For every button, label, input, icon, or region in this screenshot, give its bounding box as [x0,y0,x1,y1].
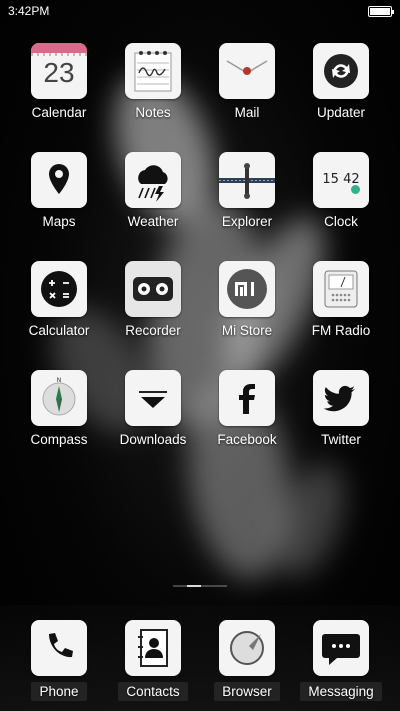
dock-phone[interactable]: Phone [12,620,106,701]
app-label: Contacts [118,682,188,701]
app-fm-radio[interactable]: FM Radio [294,261,388,338]
explorer-icon [219,152,275,208]
app-updater[interactable]: Updater [294,43,388,120]
app-label: Compass [30,432,88,447]
app-downloads[interactable]: Downloads [106,370,200,447]
app-explorer[interactable]: Explorer [200,152,294,229]
app-label: Mi Store [221,323,273,338]
app-mail[interactable]: Mail [200,43,294,120]
app-calendar[interactable]: 23 Calendar [12,43,106,120]
calendar-icon: 23 [31,43,87,99]
app-label: Clock [324,214,358,229]
status-time: 3:42PM [8,4,50,18]
app-label: Recorder [125,323,181,338]
clock-time: 15 42 [322,172,360,187]
app-label: Browser [214,682,280,701]
app-twitter[interactable]: Twitter [294,370,388,447]
facebook-icon [219,370,275,426]
app-label: Twitter [321,432,361,447]
weather-icon [125,152,181,208]
dock-messaging[interactable]: Messaging [294,620,388,701]
app-facebook[interactable]: Facebook [200,370,294,447]
svg-text:N: N [57,377,62,384]
battery-icon [368,5,394,17]
app-recorder[interactable]: Recorder [106,261,200,338]
compass-icon: N [31,370,87,426]
phone-icon [31,620,87,676]
dock-contacts[interactable]: Contacts [106,620,200,701]
app-label: Updater [316,105,366,120]
map-pin-icon [31,152,87,208]
app-calculator[interactable]: Calculator [12,261,106,338]
updater-icon [313,43,369,99]
calculator-icon [31,261,87,317]
app-label: Downloads [119,432,187,447]
battery-level [370,7,390,15]
app-label: Facebook [217,432,277,447]
app-weather[interactable]: Weather [106,152,200,229]
page-indicator [173,585,227,587]
download-icon [125,370,181,426]
messaging-icon [313,620,369,676]
app-compass[interactable]: N Compass [12,370,106,447]
app-label: Calculator [28,323,90,338]
radio-icon [313,261,369,317]
status-bar: 3:42PM [0,0,400,22]
app-label: Notes [135,105,171,120]
calendar-day: 23 [43,57,75,88]
app-label: Messaging [300,682,382,701]
notes-icon [125,43,181,99]
app-label: FM Radio [311,323,371,338]
clock-icon: 15 42 [313,152,369,208]
app-notes[interactable]: Notes [106,43,200,120]
browser-icon [219,620,275,676]
recorder-icon [125,261,181,317]
app-label: Explorer [221,214,273,229]
app-label: Weather [127,214,179,229]
mail-icon [219,43,275,99]
twitter-icon [313,370,369,426]
app-label: Maps [42,214,76,229]
app-label: Mail [234,105,260,120]
app-maps[interactable]: Maps [12,152,106,229]
app-clock[interactable]: 15 42 Clock [294,152,388,229]
app-label: Phone [31,682,87,701]
contacts-icon [125,620,181,676]
app-label: Calendar [31,105,87,120]
mi-store-icon [219,261,275,317]
app-mi-store[interactable]: Mi Store [200,261,294,338]
dock-browser[interactable]: Browser [200,620,294,701]
